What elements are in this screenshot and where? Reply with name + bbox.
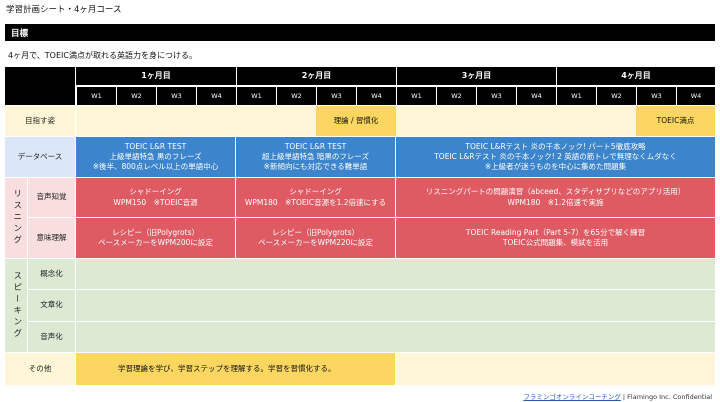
week-header-m2-w3: W3 bbox=[316, 86, 356, 105]
target-empty-2 bbox=[396, 106, 636, 136]
database-month1: TOEIC L&R TEST 上級単語特急 黒のフレーズ ※後半、800点レベル以上… bbox=[76, 137, 235, 177]
week-header-m1-w3: W3 bbox=[156, 86, 196, 105]
row-label-formulate: 文章化 bbox=[28, 290, 75, 321]
week-header-m2-w2: W2 bbox=[276, 86, 316, 105]
week-header-m3-w4: W4 bbox=[516, 86, 556, 105]
conceptualize-cells bbox=[76, 259, 715, 289]
other-month3-4 bbox=[396, 353, 715, 385]
header-corner bbox=[5, 67, 75, 105]
row-label-database: データベース bbox=[5, 137, 75, 177]
week-header-m4-w1: W1 bbox=[556, 86, 596, 105]
week-header-m4-w2: W2 bbox=[596, 86, 636, 105]
phonetic-month1: シャドーイング WPM150 ※TOEIC音源 bbox=[76, 178, 235, 217]
target-toeic-perfect: TOEIC満点 bbox=[636, 106, 715, 136]
row-label-phonetic: 音声知覚 bbox=[28, 178, 75, 217]
phonetic-month2: シャドーイング WPM180 ※TOEIC音源を1.2倍速にする bbox=[236, 178, 395, 217]
target-theory-habit: 理論 / 習慣化 bbox=[316, 106, 396, 136]
meaning-month1: レシピー（旧Polygrots） ペースメーカーをWPM200に設定 bbox=[76, 218, 235, 258]
week-header-m1-w1: W1 bbox=[76, 86, 116, 105]
month-header-3: 3ヶ月目 bbox=[396, 67, 556, 85]
month-header-2: 2ヶ月目 bbox=[236, 67, 396, 85]
week-header-m2-w1: W1 bbox=[236, 86, 276, 105]
articulate-cells bbox=[76, 322, 715, 352]
month-header-1: 1ヶ月目 bbox=[75, 67, 236, 85]
week-header-m3-w3: W3 bbox=[476, 86, 516, 105]
footer-suffix: | Flamingo Inc. Confidential bbox=[620, 393, 712, 401]
row-label-articulate: 音声化 bbox=[28, 322, 75, 352]
week-header-m4-w3: W3 bbox=[636, 86, 676, 105]
database-month2: TOEIC L&R TEST 超上級単語特急 暗黒のフレーズ ※新傾向にも対応できる… bbox=[236, 137, 395, 177]
week-header-m4-w4: W4 bbox=[676, 86, 715, 105]
row-label-target: 目指す姿 bbox=[5, 106, 75, 136]
week-header-m1-w2: W2 bbox=[116, 86, 156, 105]
goal-text: 4ヶ月で、TOEIC満点が取れる英語力を身につける。 bbox=[8, 51, 197, 60]
footer: フラミンゴオンラインコーチング | Flamingo Inc. Confiden… bbox=[523, 391, 712, 401]
database-month3-4: TOEIC L&Rテスト 炎の千本ノック! パート5徹底攻略 TOEIC L&Rテ… bbox=[396, 137, 715, 177]
group-label-speaking: スピーキング bbox=[5, 259, 27, 352]
meaning-month3-4: TOEIC Reading Part（Part 5-7）を65分で解く練習 TOE… bbox=[396, 218, 715, 258]
row-label-meaning: 意味理解 bbox=[28, 218, 75, 258]
week-header-m2-w4: W4 bbox=[356, 86, 396, 105]
month-header-4: 4ヶ月目 bbox=[556, 67, 715, 85]
other-month1-2: 学習理論を学び、学習ステップを理解する。学習を習慣化する。 bbox=[76, 353, 395, 385]
week-header-m1-w4: W4 bbox=[196, 86, 236, 105]
phonetic-month3-4: リスニングパートの問題演習（abceed、スタディサプリなどのアプリ活用） WPM… bbox=[396, 178, 715, 217]
footer-link[interactable]: フラミンゴオンラインコーチング bbox=[523, 393, 621, 401]
page-title: 学習計画シート・4ヶ月コース bbox=[6, 5, 122, 15]
row-label-conceptualize: 概念化 bbox=[28, 259, 75, 289]
week-header-m3-w1: W1 bbox=[396, 86, 436, 105]
meaning-month2: レシピー（旧Polygrots） ペースメーカーをWPM220に設定 bbox=[236, 218, 395, 258]
target-empty-1 bbox=[76, 106, 316, 136]
week-header-m3-w2: W2 bbox=[436, 86, 476, 105]
section-header: 目標 bbox=[5, 24, 715, 41]
formulate-cells bbox=[76, 290, 715, 321]
row-label-other: その他 bbox=[5, 353, 75, 385]
group-label-listening: リスニング bbox=[5, 178, 27, 258]
